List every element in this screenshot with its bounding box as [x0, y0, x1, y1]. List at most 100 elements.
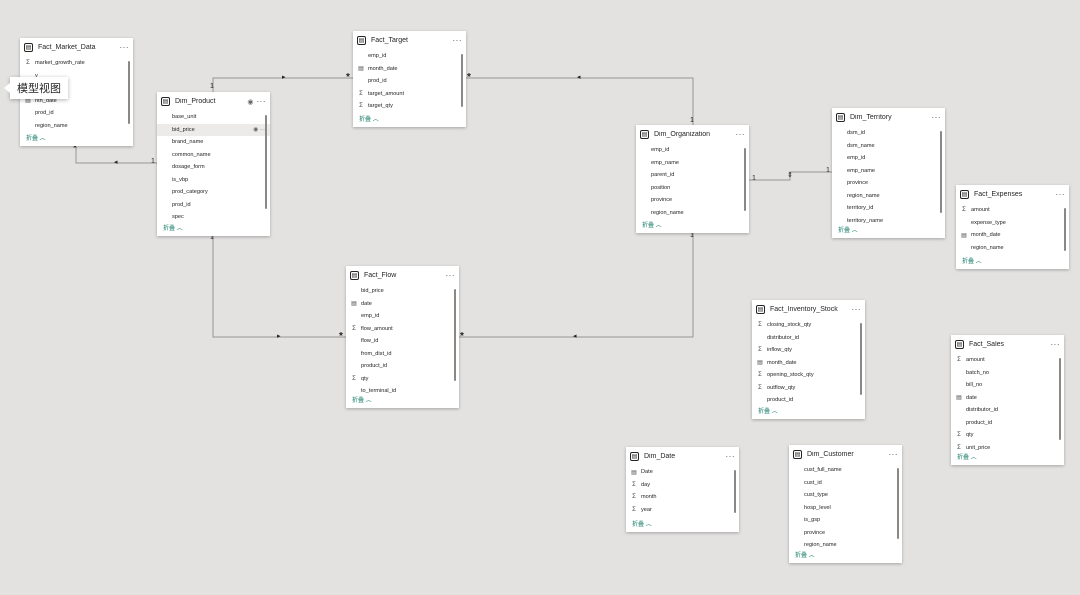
collapse-button[interactable]: 折叠 ︿: [642, 220, 662, 229]
collapse-button[interactable]: 折叠 ︿: [163, 223, 183, 232]
table-card-header[interactable]: ▤ Fact_Sales ···: [951, 335, 1064, 354]
field-row[interactable]: base_unit: [157, 111, 270, 124]
field-row[interactable]: emp_id: [832, 152, 945, 165]
more-options-icon[interactable]: ···: [120, 43, 130, 52]
field-row[interactable]: prod_id: [353, 75, 466, 88]
collapse-button[interactable]: 折叠 ︿: [359, 114, 379, 123]
table-card-fact-expenses[interactable]: ▤ Fact_Expenses ··· Σamount expense_type ▤ mon…: [956, 185, 1069, 269]
field-row[interactable]: prod_category: [157, 186, 270, 199]
more-options-icon[interactable]: ···: [257, 97, 267, 106]
scrollbar[interactable]: [744, 148, 746, 211]
collapse-button[interactable]: 折叠 ︿: [632, 519, 652, 528]
field-row[interactable]: batch_no: [951, 367, 1064, 380]
table-card-dim-date[interactable]: ▤ Dim_Date ··· ▤ Date Σday Σmonth Σyear 折叠 ︿: [626, 447, 739, 532]
field-list[interactable]: emp_id emp_name parent_id position province r…: [636, 144, 749, 218]
scrollbar[interactable]: [461, 54, 463, 107]
field-row[interactable]: emp_name: [636, 157, 749, 170]
more-options-icon[interactable]: ···: [1056, 190, 1066, 199]
collapse-button[interactable]: 折叠 ︿: [795, 550, 815, 559]
more-options-icon[interactable]: ···: [726, 452, 736, 461]
more-options-icon[interactable]: ···: [889, 450, 899, 459]
field-list[interactable]: emp_id ▤ month_date prod_id Σtarget_amount Σt…: [353, 50, 466, 112]
more-options-icon[interactable]: ···: [1051, 340, 1061, 349]
collapse-button[interactable]: 折叠 ︿: [838, 225, 858, 234]
table-card-header[interactable]: ▤ Dim_Date ···: [626, 447, 739, 466]
field-row[interactable]: spec: [157, 211, 270, 221]
field-row[interactable]: Σamount: [951, 354, 1064, 367]
field-row[interactable]: bid_price ◉ ···: [157, 123, 270, 136]
field-row[interactable]: hosp_level: [789, 502, 902, 515]
more-options-icon[interactable]: ···: [446, 271, 456, 280]
scrollbar[interactable]: [265, 115, 267, 209]
scrollbar[interactable]: [940, 131, 942, 213]
field-row[interactable]: Σyear: [626, 504, 739, 517]
field-row[interactable]: prod_id: [20, 107, 133, 120]
field-row[interactable]: dsm_name: [832, 140, 945, 153]
field-row[interactable]: is_gsp: [789, 514, 902, 527]
field-row[interactable]: Σtarget_amount: [353, 88, 466, 101]
field-row[interactable]: ▤ month_date: [353, 63, 466, 76]
field-row[interactable]: Σmarket_growth_rate: [20, 57, 133, 70]
field-row[interactable]: Σopening_stock_qty: [752, 369, 865, 382]
scrollbar[interactable]: [860, 323, 862, 396]
field-row[interactable]: Σoutflow_qty: [752, 382, 865, 395]
field-list[interactable]: Σamount batch_no bill_no ▤ date distributor_i…: [951, 354, 1064, 450]
scrollbar[interactable]: [897, 468, 899, 540]
table-card-dim-customer[interactable]: ▤ Dim_Customer ··· cust_full_name cust_id cus…: [789, 445, 902, 563]
field-row[interactable]: Σamount: [956, 204, 1069, 217]
collapse-button[interactable]: 折叠 ︿: [758, 406, 778, 415]
field-list[interactable]: dsm_id dsm_name emp_id emp_name province regi…: [832, 127, 945, 223]
field-row[interactable]: ▤ date: [951, 392, 1064, 405]
field-row[interactable]: region_name: [956, 242, 1069, 255]
field-row[interactable]: common_name: [157, 149, 270, 162]
field-row[interactable]: distributor_id: [951, 404, 1064, 417]
table-card-dim-organization[interactable]: ▤ Dim_Organization ··· emp_id emp_name parent…: [636, 125, 749, 233]
field-row[interactable]: province: [636, 194, 749, 207]
field-row[interactable]: emp_name: [832, 165, 945, 178]
field-row[interactable]: cust_id: [789, 477, 902, 490]
table-card-fact-sales[interactable]: ▤ Fact_Sales ··· Σamount batch_no bill_no ▤ dat…: [951, 335, 1064, 465]
field-row[interactable]: Σinflow_qty: [752, 344, 865, 357]
table-card-header[interactable]: ▤ Dim_Organization ···: [636, 125, 749, 144]
field-row[interactable]: distributor_id: [752, 332, 865, 345]
table-card-fact-inventory-stock[interactable]: ▤ Fact_Inventory_Stock ··· Σclosing_stock_q…: [752, 300, 865, 419]
visibility-eye-icon[interactable]: ◉: [247, 98, 253, 106]
field-row[interactable]: province: [832, 177, 945, 190]
field-row[interactable]: product_id: [951, 417, 1064, 430]
collapse-button[interactable]: 折叠 ︿: [962, 256, 982, 265]
field-row[interactable]: ▤ month_date: [752, 357, 865, 370]
field-row[interactable]: position: [636, 182, 749, 195]
table-card-fact-target[interactable]: ▤ Fact_Target ··· emp_id ▤ month_date prod_id Σ…: [353, 31, 466, 127]
field-row[interactable]: region_name: [789, 539, 902, 548]
field-row[interactable]: cust_full_name: [789, 464, 902, 477]
field-list[interactable]: base_unit bid_price ◉ ··· brand_name common_…: [157, 111, 270, 221]
field-list[interactable]: Σclosing_stock_qty distributor_id Σinflow_…: [752, 319, 865, 404]
field-row[interactable]: province: [789, 527, 902, 540]
table-card-fact-flow[interactable]: ▤ Fact_Flow ··· bid_price ▤ date emp_id Σflow_a…: [346, 266, 459, 408]
field-row[interactable]: dosage_form: [157, 161, 270, 174]
table-card-header[interactable]: ▤ Fact_Market_Data ···: [20, 38, 133, 57]
field-row[interactable]: ▤ Date: [626, 466, 739, 479]
field-row[interactable]: Σday: [626, 479, 739, 492]
field-row[interactable]: Σunit_price: [951, 442, 1064, 450]
scrollbar[interactable]: [734, 470, 736, 514]
collapse-button[interactable]: 折叠 ︿: [352, 395, 372, 404]
field-row[interactable]: ▤ month_date: [956, 229, 1069, 242]
field-row[interactable]: parent_id: [636, 169, 749, 182]
field-list[interactable]: Σamount expense_type ▤ month_date region_nam…: [956, 204, 1069, 254]
more-options-icon[interactable]: ···: [736, 130, 746, 139]
field-row[interactable]: cust_type: [789, 489, 902, 502]
field-row[interactable]: Σqty: [346, 373, 459, 386]
more-options-icon[interactable]: ···: [932, 113, 942, 122]
table-card-header[interactable]: ▤ Fact_Inventory_Stock ···: [752, 300, 865, 319]
field-list[interactable]: ▤ Date Σday Σmonth Σyear: [626, 466, 739, 517]
field-row[interactable]: Σflow_amount: [346, 323, 459, 336]
field-row[interactable]: dsm_id: [832, 127, 945, 140]
field-row[interactable]: flow_id: [346, 335, 459, 348]
table-card-header[interactable]: ▤ Dim_Customer ···: [789, 445, 902, 464]
table-card-header[interactable]: ▤ Dim_Product ◉ ···: [157, 92, 270, 111]
field-row[interactable]: region_name: [636, 207, 749, 219]
field-row[interactable]: expense_type: [956, 217, 1069, 230]
table-card-header[interactable]: ▤ Fact_Flow ···: [346, 266, 459, 285]
scrollbar[interactable]: [1064, 208, 1066, 251]
